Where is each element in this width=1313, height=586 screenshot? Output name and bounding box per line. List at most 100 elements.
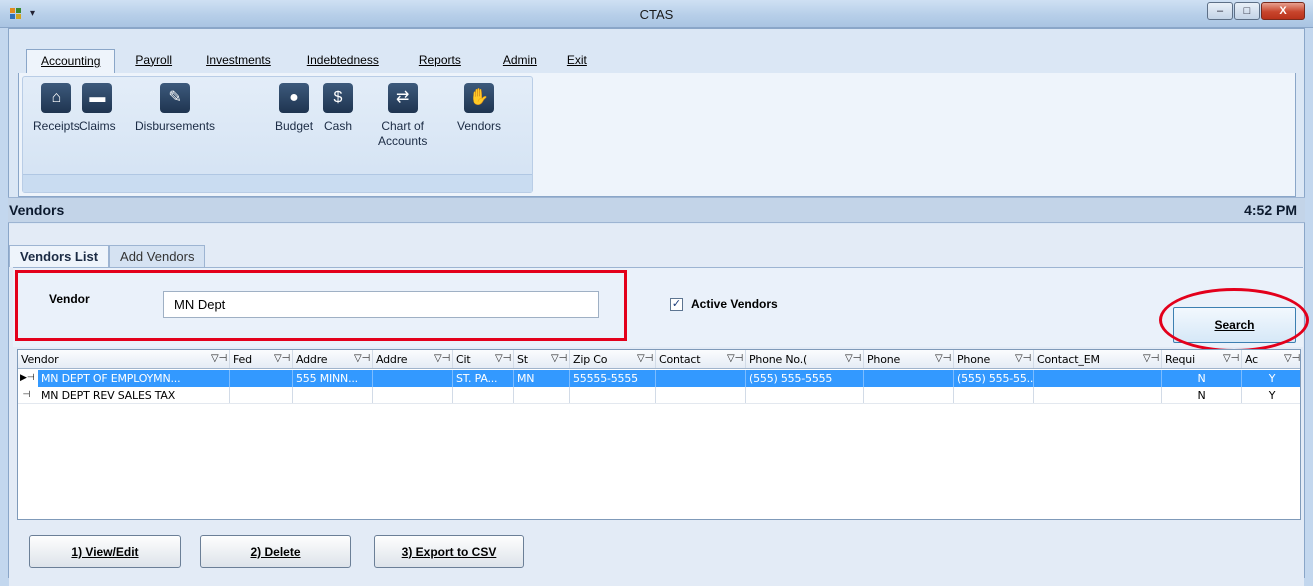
vendors-label: Vendors bbox=[457, 119, 502, 133]
cell-phone3[interactable] bbox=[954, 387, 1034, 403]
filter-pin-icon[interactable]: ▽⊣ bbox=[637, 353, 653, 364]
export-csv-button[interactable]: 3) Export to CSV bbox=[374, 535, 524, 568]
filter-pin-icon[interactable]: ▽⊣ bbox=[211, 353, 227, 364]
cell-vendor[interactable]: MN DEPT REV SALES TAX bbox=[38, 387, 230, 403]
ribbon-group-accounting: ⌂ Receipts ▬ Claims ✎ Disbursements ● Bu… bbox=[22, 76, 533, 193]
table-row[interactable]: ⊣ MN DEPT REV SALES TAX N Y bbox=[18, 387, 1300, 404]
tab-vendors-list[interactable]: Vendors List bbox=[9, 245, 110, 267]
tab-indebtedness[interactable]: Indebtedness bbox=[285, 49, 393, 73]
filter-pin-icon[interactable]: ▽⊣ bbox=[727, 353, 743, 364]
maximize-button[interactable]: □ bbox=[1234, 2, 1260, 20]
col-required[interactable]: Requi ▽⊣ bbox=[1162, 350, 1242, 368]
minimize-button[interactable]: – bbox=[1207, 2, 1233, 20]
cell-required[interactable]: N bbox=[1162, 370, 1242, 387]
cell-active[interactable]: Y bbox=[1242, 387, 1300, 403]
title-bar: ▾ CTAS – □ X bbox=[0, 0, 1313, 28]
filter-pin-icon[interactable]: ▽⊣ bbox=[1143, 353, 1159, 364]
col-phone3[interactable]: Phone ▽⊣ bbox=[954, 350, 1034, 368]
col-zip[interactable]: Zip Co ▽⊣ bbox=[570, 350, 656, 368]
col-contact[interactable]: Contact ▽⊣ bbox=[656, 350, 746, 368]
cell-city[interactable] bbox=[453, 387, 514, 403]
cell-zip[interactable]: 55555-5555 bbox=[570, 370, 656, 387]
filter-pin-icon[interactable]: ▽⊣ bbox=[551, 353, 567, 364]
filter-pin-icon[interactable]: ▽⊣ bbox=[274, 353, 290, 364]
cell-state[interactable] bbox=[514, 387, 570, 403]
tab-investments[interactable]: Investments bbox=[186, 49, 285, 73]
col-active[interactable]: Ac ▽⊣ bbox=[1242, 350, 1300, 368]
close-button[interactable]: X bbox=[1261, 2, 1305, 20]
claims-button[interactable]: ▬ Claims bbox=[79, 83, 116, 134]
active-vendors-checkbox[interactable]: ✓ bbox=[670, 298, 683, 311]
cell-phone2[interactable] bbox=[864, 387, 954, 403]
col-phone1[interactable]: Phone No.(▽⊣ bbox=[746, 350, 864, 368]
col-contact-email[interactable]: Contact_EM ▽⊣ bbox=[1034, 350, 1162, 368]
cash-button[interactable]: $ Cash bbox=[323, 83, 353, 134]
disbursements-icon: ✎ bbox=[160, 83, 191, 113]
cell-contact-email[interactable] bbox=[1034, 370, 1162, 387]
chart-of-accounts-button[interactable]: ⇄ Chart of Accounts bbox=[378, 83, 427, 149]
tab-reports[interactable]: Reports bbox=[393, 49, 475, 73]
col-fed[interactable]: Fed ▽⊣ bbox=[230, 350, 293, 368]
highlight-ellipse bbox=[1159, 288, 1309, 352]
tab-add-vendors[interactable]: Add Vendors bbox=[109, 245, 206, 267]
receipts-label: Receipts bbox=[33, 119, 80, 133]
cell-fed[interactable] bbox=[230, 370, 293, 387]
cell-address1[interactable]: 555 MINN... bbox=[293, 370, 373, 387]
cell-phone3[interactable]: (555) 555-55... bbox=[954, 370, 1034, 387]
ribbon-tabs: Accounting Payroll Investments Indebtedn… bbox=[26, 49, 601, 73]
filter-pin-icon[interactable]: ▽⊣ bbox=[354, 353, 370, 364]
cell-required[interactable]: N bbox=[1162, 387, 1242, 403]
cell-zip[interactable] bbox=[570, 387, 656, 403]
filter-pin-icon[interactable]: ▽⊣ bbox=[1015, 353, 1031, 364]
table-row[interactable]: ▶⊣ MN DEPT OF EMPLOYMN... 555 MINN... ST… bbox=[18, 370, 1300, 387]
claims-label: Claims bbox=[79, 119, 116, 133]
cell-phone1[interactable] bbox=[746, 387, 864, 403]
vendor-search-input[interactable] bbox=[163, 291, 599, 318]
view-edit-button[interactable]: 1) View/Edit bbox=[29, 535, 181, 568]
cell-city[interactable]: ST. PA... bbox=[453, 370, 514, 387]
page-title: Vendors bbox=[9, 202, 65, 218]
grid-header: Vendor ▽⊣ Fed ▽⊣ Addre ▽⊣ Addre ▽⊣ Cit ▽⊣ St ▽… bbox=[18, 350, 1300, 369]
cash-label: Cash bbox=[323, 119, 352, 133]
col-state[interactable]: St ▽⊣ bbox=[514, 350, 570, 368]
filter-pin-icon[interactable]: ▽⊣ bbox=[434, 353, 450, 364]
budget-button[interactable]: ● Budget bbox=[275, 83, 313, 134]
filter-pin-icon[interactable]: ▽⊣ bbox=[935, 353, 951, 364]
cell-contact[interactable] bbox=[656, 387, 746, 403]
delete-button[interactable]: 2) Delete bbox=[200, 535, 351, 568]
tab-admin[interactable]: Admin bbox=[475, 49, 551, 73]
ribbon-group-footer bbox=[23, 174, 532, 192]
cell-vendor[interactable]: MN DEPT OF EMPLOYMN... bbox=[38, 370, 230, 387]
cell-fed[interactable] bbox=[230, 387, 293, 403]
tab-accounting[interactable]: Accounting bbox=[26, 49, 116, 73]
col-vendor[interactable]: Vendor ▽⊣ bbox=[18, 350, 230, 368]
cell-address2[interactable] bbox=[373, 387, 453, 403]
tab-payroll[interactable]: Payroll bbox=[115, 49, 186, 73]
tab-exit[interactable]: Exit bbox=[551, 49, 601, 73]
filter-pin-icon[interactable]: ▽⊣ bbox=[1284, 353, 1300, 364]
cell-address2[interactable] bbox=[373, 370, 453, 387]
filter-pin-icon[interactable]: ▽⊣ bbox=[845, 353, 861, 364]
col-address1[interactable]: Addre ▽⊣ bbox=[293, 350, 373, 368]
filter-pin-icon[interactable]: ▽⊣ bbox=[495, 353, 511, 364]
cell-state[interactable]: MN bbox=[514, 370, 570, 387]
cell-contact-email[interactable] bbox=[1034, 387, 1162, 403]
filter-pin-icon[interactable]: ▽⊣ bbox=[1223, 353, 1239, 364]
chart-of-accounts-label-2: Accounts bbox=[378, 134, 428, 148]
cell-phone1[interactable]: (555) 555-5555 bbox=[746, 370, 864, 387]
cell-phone2[interactable] bbox=[864, 370, 954, 387]
clock-time: 4:52 PM bbox=[1244, 202, 1297, 218]
col-phone2[interactable]: Phone ▽⊣ bbox=[864, 350, 954, 368]
col-city[interactable]: Cit ▽⊣ bbox=[453, 350, 514, 368]
col-address2[interactable]: Addre ▽⊣ bbox=[373, 350, 453, 368]
disbursements-label: Disbursements bbox=[135, 119, 216, 133]
vendors-button[interactable]: ✋ Vendors bbox=[457, 83, 501, 134]
current-row-indicator-icon: ▶⊣ bbox=[18, 370, 38, 387]
row-pin-icon: ⊣ bbox=[20, 389, 31, 399]
module-header: Vendors 4:52 PM bbox=[8, 197, 1305, 223]
cell-contact[interactable] bbox=[656, 370, 746, 387]
disbursements-button[interactable]: ✎ Disbursements bbox=[135, 83, 215, 134]
cell-address1[interactable] bbox=[293, 387, 373, 403]
cell-active[interactable]: Y bbox=[1242, 370, 1300, 387]
receipts-button[interactable]: ⌂ Receipts bbox=[33, 83, 80, 134]
